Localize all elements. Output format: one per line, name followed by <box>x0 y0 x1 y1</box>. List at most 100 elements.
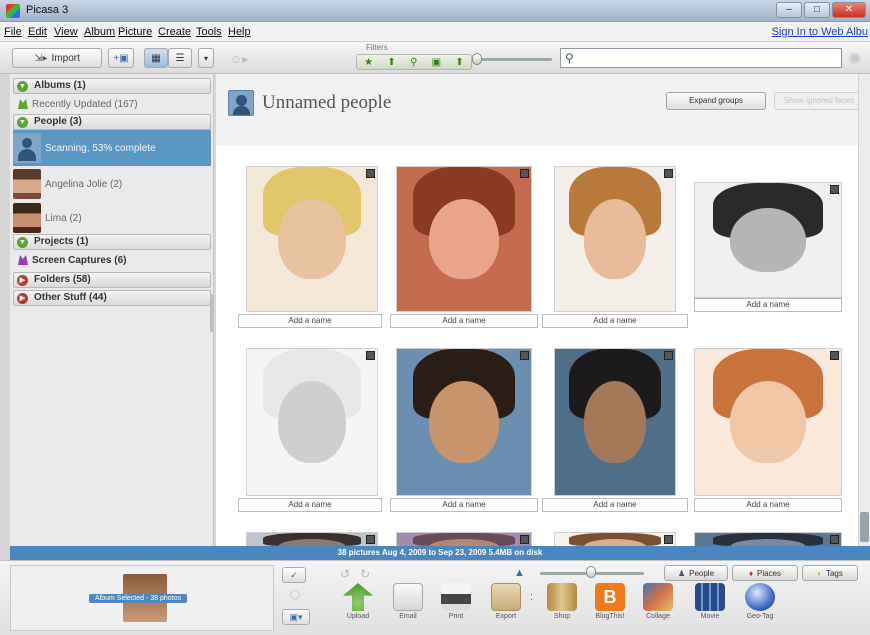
sign-in-link[interactable]: Sign In to Web Albu <box>772 26 868 38</box>
album-icon <box>18 99 28 109</box>
expand-toggle-icon[interactable]: ▼ <box>17 81 28 92</box>
screen-captures-item[interactable]: Screen Captures (6) <box>18 252 126 268</box>
folders-header[interactable]: ▶ Folders (58) <box>13 272 211 288</box>
minimize-button[interactable]: – <box>776 2 802 18</box>
main-scrollbar[interactable] <box>858 74 870 546</box>
show-ignored-faces-button[interactable]: Show ignored faces <box>774 92 864 110</box>
email-button[interactable]: Email <box>386 583 430 620</box>
blogthis-button[interactable]: B BlogThis! <box>588 583 632 620</box>
collapse-toggle-icon[interactable]: ▶ <box>17 275 28 286</box>
shop-button[interactable]: Shop <box>540 583 584 620</box>
face-photo[interactable] <box>246 166 378 312</box>
ignore-face-icon[interactable] <box>520 169 529 178</box>
ignore-face-icon[interactable] <box>366 535 375 544</box>
face-photo[interactable] <box>554 348 676 496</box>
albums-header[interactable]: ▼ Albums (1) <box>13 78 211 94</box>
expand-toggle-icon[interactable]: ▼ <box>17 117 28 128</box>
rotate-left-icon[interactable]: ↺ <box>340 567 350 581</box>
tags-tag-button[interactable]: ◐ Tags <box>802 565 858 581</box>
places-tag-button[interactable]: ♦ Places <box>732 565 798 581</box>
face-photo[interactable] <box>246 348 378 496</box>
import-button[interactable]: ⇲▸ Import <box>12 48 102 68</box>
ignore-face-icon[interactable] <box>366 351 375 360</box>
hold-pin-button[interactable]: ✓ <box>282 567 306 583</box>
add-name-field[interactable]: Add a name <box>694 298 842 312</box>
add-name-field[interactable]: Add a name <box>694 498 842 512</box>
face-photo[interactable] <box>694 532 842 546</box>
person-item-angelina[interactable]: Angelina Jolie (2) <box>13 166 211 202</box>
thumbnail-size-knob[interactable] <box>586 566 596 578</box>
add-name-field[interactable]: Add a name <box>542 498 688 512</box>
person-item-lima[interactable]: Lima (2) <box>13 200 211 236</box>
search-input[interactable] <box>583 51 833 65</box>
ignore-face-icon[interactable] <box>830 535 839 544</box>
face-photo[interactable] <box>694 182 842 298</box>
rotate-right-icon[interactable]: ↻ <box>360 567 370 581</box>
add-name-field[interactable]: Add a name <box>238 498 382 512</box>
maximize-button[interactable]: □ <box>804 2 830 18</box>
menu-album[interactable]: Album <box>84 26 115 38</box>
face-photo[interactable] <box>396 166 532 312</box>
star-filter-icon[interactable]: ★ <box>364 57 373 68</box>
menu-picture[interactable]: Picture <box>118 26 152 38</box>
filter-slider-knob[interactable] <box>472 53 482 65</box>
people-tool-icon[interactable]: ☺▸ <box>230 52 248 66</box>
scrollbar-thumb[interactable] <box>860 512 869 542</box>
add-name-field[interactable]: Add a name <box>542 314 688 328</box>
face-photo[interactable] <box>554 532 676 546</box>
close-button[interactable]: ✕ <box>832 2 866 18</box>
add-to-album-tray-button[interactable]: ▣▾ <box>282 609 310 625</box>
face-photo[interactable] <box>246 532 378 546</box>
search-box[interactable]: ⚲ <box>560 48 842 68</box>
people-header[interactable]: ▼ People (3) <box>13 114 211 130</box>
ignore-face-icon[interactable] <box>664 351 673 360</box>
menu-view[interactable]: View <box>54 26 78 38</box>
view-dropdown-button[interactable]: ▾ <box>198 48 214 68</box>
add-name-field[interactable]: Add a name <box>390 498 538 512</box>
other-stuff-header[interactable]: ▶ Other Stuff (44) <box>13 290 211 306</box>
movie-filter-icon[interactable]: ▣ <box>432 57 441 68</box>
expand-groups-button[interactable]: Expand groups <box>666 92 766 110</box>
scanning-people-item[interactable]: Scanning, 53% complete <box>13 130 211 166</box>
menu-help[interactable]: Help <box>228 26 251 38</box>
upload-button[interactable]: Upload <box>336 583 380 620</box>
menu-file[interactable]: File <box>4 26 22 38</box>
ignore-face-icon[interactable] <box>366 169 375 178</box>
face-photo[interactable] <box>396 532 532 546</box>
ignore-face-icon[interactable] <box>664 169 673 178</box>
export-button[interactable]: Export <box>484 583 528 620</box>
collapse-toggle-icon[interactable]: ▶ <box>17 293 28 304</box>
other-stuff-header-label: Other Stuff (44) <box>34 292 107 303</box>
face-photo[interactable] <box>396 348 532 496</box>
projects-header[interactable]: ▼ Projects (1) <box>13 234 211 250</box>
menu-create[interactable]: Create <box>158 26 191 38</box>
geotag-button[interactable]: Geo-Tag <box>738 583 782 620</box>
pin-icon: ✓ <box>290 570 298 580</box>
filter-slider-track[interactable] <box>476 58 552 61</box>
ignore-face-icon[interactable] <box>664 535 673 544</box>
people-filter-icon[interactable]: ⚲ <box>410 57 417 68</box>
add-name-field[interactable]: Add a name <box>390 314 538 328</box>
list-view-button[interactable]: ☰ <box>168 48 192 68</box>
recently-updated-item[interactable]: Recently Updated (167) <box>18 96 138 112</box>
menu-edit[interactable]: Edit <box>28 26 47 38</box>
menu-tools[interactable]: Tools <box>196 26 222 38</box>
ignore-face-icon[interactable] <box>830 351 839 360</box>
thumbnail-view-button[interactable]: ▦ <box>144 48 168 68</box>
upload-filter-icon[interactable]: ⬆ <box>387 57 395 68</box>
add-name-field[interactable]: Add a name <box>238 314 382 328</box>
collage-button[interactable]: Collage <box>636 583 680 620</box>
people-tag-button[interactable]: ♟ People <box>664 565 728 581</box>
sidebar-resize-handle[interactable] <box>210 294 213 332</box>
print-button[interactable]: Print <box>434 583 478 620</box>
clear-tray-icon[interactable]: ◯ <box>290 589 300 600</box>
geotag-filter-icon[interactable]: ⬆ <box>455 57 463 68</box>
face-photo[interactable] <box>554 166 676 312</box>
ignore-face-icon[interactable] <box>830 185 839 194</box>
add-to-album-button[interactable]: +▣ <box>108 48 134 68</box>
expand-toggle-icon[interactable]: ▼ <box>17 237 28 248</box>
face-photo[interactable] <box>694 348 842 496</box>
movie-button[interactable]: Movie <box>688 583 732 620</box>
ignore-face-icon[interactable] <box>520 351 529 360</box>
ignore-face-icon[interactable] <box>520 535 529 544</box>
